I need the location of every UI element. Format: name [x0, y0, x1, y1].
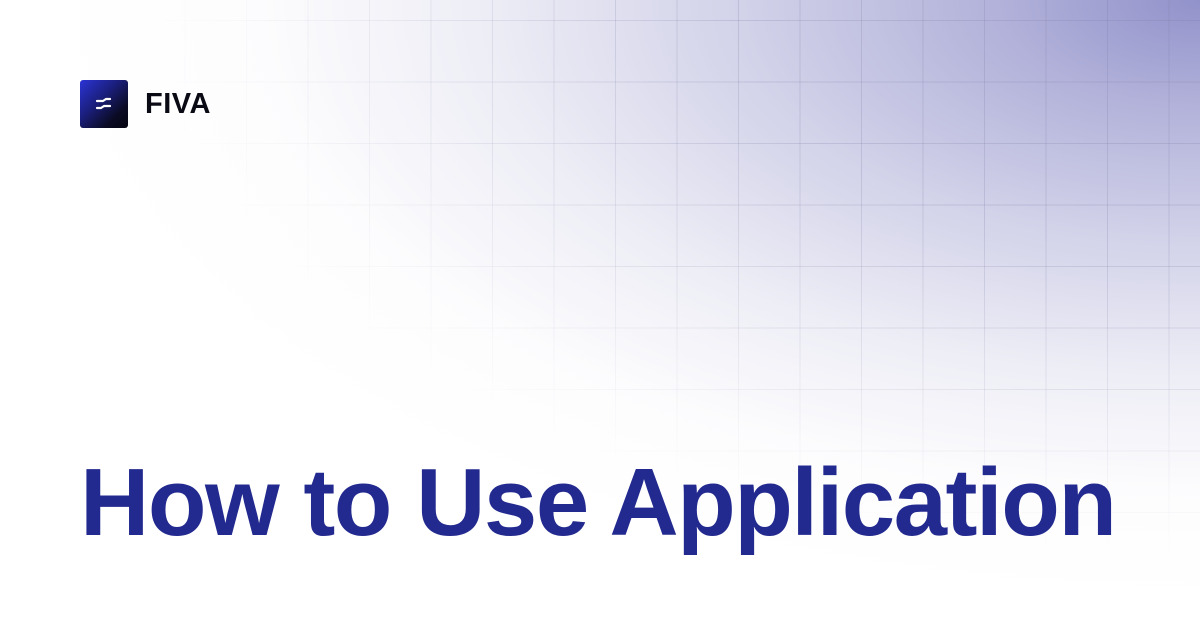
brand-name: FIVA	[145, 87, 211, 120]
social-card: FIVA How to Use Application	[0, 0, 1200, 630]
brand: FIVA	[80, 80, 211, 128]
page-title: How to Use Application	[80, 449, 1117, 556]
fiva-logo-icon	[80, 80, 128, 128]
